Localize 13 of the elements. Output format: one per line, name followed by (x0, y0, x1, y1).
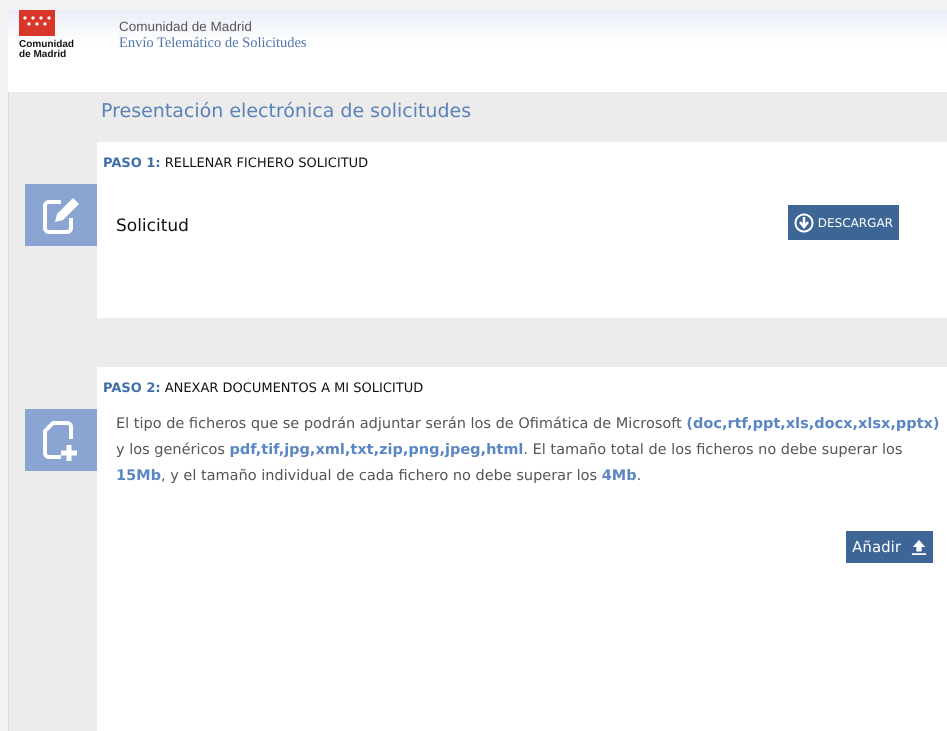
organization-name: Comunidad de Madrid (119, 19, 253, 35)
download-icon (794, 212, 814, 232)
flag-logo-icon (19, 10, 55, 36)
logo-text: Comunidad de Madrid (19, 40, 75, 60)
step-heading: PASO 1: RELLENAR FICHERO SOLICITUD (103, 156, 370, 171)
app-title: Envío Telemático de Solicitudes (119, 35, 307, 52)
step-heading: PASO 2: ANEXAR DOCUMENTOS A MI SOLICITUD (103, 381, 424, 396)
file-requirements-text: El tipo de ficheros que se podrán adjuntar serán los de Ofimática de Microsoft (doc,rtf,ppt,xls,docx,xlsx,pptx) y los genéricos pdf,tif,jpg,xml,txt,zip,png,jpeg,html. El tamaño total de los ficheros no debe superar los 15Mb, y el tamaño individual de cada fichero no debe superar los 4Mb. (116, 415, 941, 486)
add-button[interactable]: Añadir (846, 531, 933, 563)
download-button[interactable]: DESCARGAR (788, 205, 899, 240)
page-title: Presentación electrónica de solicitudes (100, 99, 472, 124)
upload-icon (911, 538, 927, 556)
document-name: Solicitud (116, 216, 189, 236)
